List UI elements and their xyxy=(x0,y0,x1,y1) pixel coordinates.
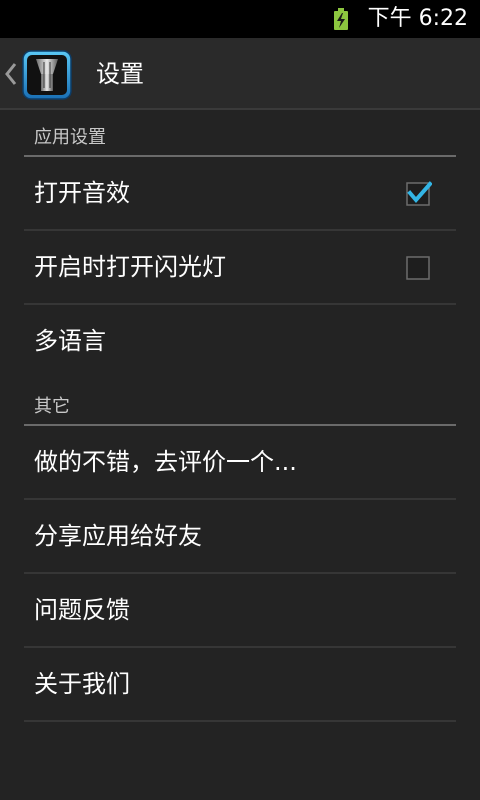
status-time: 下午 6:22 xyxy=(367,6,468,31)
pref-label: 打开音效 xyxy=(34,179,130,207)
pref-flashlight-on-start[interactable]: 开启时打开闪光灯 xyxy=(24,231,456,305)
pref-label: 开启时打开闪光灯 xyxy=(34,253,226,281)
checkbox-checked-icon[interactable] xyxy=(406,180,432,206)
action-bar: 设置 xyxy=(0,38,480,110)
pref-label: 多语言 xyxy=(34,327,106,355)
pref-label: 关于我们 xyxy=(34,670,130,698)
settings-list: 应用设置 打开音效 开启时打开闪光灯 多语言 其它 做的不错，去评价一个... … xyxy=(0,110,480,722)
pref-label: 分享应用给好友 xyxy=(34,522,202,550)
pref-sound-effects[interactable]: 打开音效 xyxy=(24,157,456,231)
list-divider xyxy=(24,720,456,722)
pref-about-us[interactable]: 关于我们 xyxy=(24,648,456,722)
flashlight-app-icon xyxy=(22,50,72,100)
pref-language[interactable]: 多语言 xyxy=(24,305,456,379)
battery-charging-icon xyxy=(334,8,348,30)
status-bar: 下午 6:22 xyxy=(0,0,480,38)
section-header-app-settings: 应用设置 xyxy=(24,110,456,157)
section-header-other: 其它 xyxy=(24,379,456,426)
pref-feedback[interactable]: 问题反馈 xyxy=(24,574,456,648)
back-button[interactable] xyxy=(0,38,82,110)
pref-share-app[interactable]: 分享应用给好友 xyxy=(24,500,456,574)
checkbox-unchecked-icon[interactable] xyxy=(406,254,432,280)
chevron-left-icon xyxy=(5,63,17,85)
pref-label: 问题反馈 xyxy=(34,596,130,624)
pref-rate-app[interactable]: 做的不错，去评价一个... xyxy=(24,426,456,500)
pref-label: 做的不错，去评价一个... xyxy=(34,448,297,476)
section-header-label: 其它 xyxy=(34,396,70,417)
page-title: 设置 xyxy=(96,60,144,88)
section-header-label: 应用设置 xyxy=(34,127,106,148)
